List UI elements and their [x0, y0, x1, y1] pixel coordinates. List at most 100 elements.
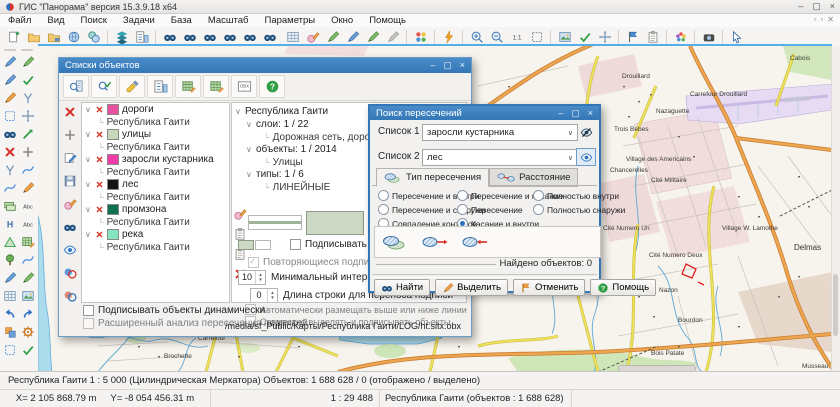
- radio-icon[interactable]: [378, 204, 389, 215]
- table-edit-tool[interactable]: [19, 234, 36, 250]
- extended-analysis-checkbox[interactable]: [83, 318, 94, 329]
- search-check-button[interactable]: [91, 75, 117, 98]
- edit-table-button[interactable]: [175, 75, 201, 98]
- chevron-down-icon[interactable]: ∨: [564, 129, 573, 137]
- save-list-button[interactable]: [62, 173, 78, 188]
- draw-style-button[interactable]: [62, 196, 78, 211]
- label-text-tool[interactable]: [19, 198, 36, 214]
- delete-object-tool[interactable]: [1, 144, 18, 160]
- object-list-row[interactable]: ∨ заросли кустарника: [82, 153, 229, 166]
- line-style-sample[interactable]: [248, 215, 302, 230]
- line-length-spinner[interactable]: 0 ▲▼: [250, 288, 278, 303]
- vegetation-tool[interactable]: [1, 252, 18, 268]
- spinner-arrows-icon[interactable]: ▲▼: [255, 271, 265, 284]
- radio-option[interactable]: Пересечение и внутри: [378, 190, 457, 201]
- child-minimize-button[interactable]: ▫: [814, 15, 817, 24]
- slope-tool[interactable]: [19, 252, 36, 268]
- spline-tool[interactable]: [1, 180, 18, 196]
- lists-tree-panel[interactable]: ∨ дороги └ Республика Гаити ∨ улицы: [81, 102, 230, 303]
- chevron-down-icon[interactable]: ∨: [564, 154, 573, 162]
- expand-caret-icon[interactable]: ∨: [85, 105, 92, 114]
- menu-scale[interactable]: Масштаб: [200, 15, 257, 26]
- menu-window[interactable]: Окно: [323, 15, 361, 26]
- edit-add-button[interactable]: [343, 29, 362, 45]
- min-interval-spinner[interactable]: 10 ▲▼: [238, 270, 266, 285]
- vertical-scrollbar[interactable]: [831, 46, 840, 372]
- dialog-titlebar[interactable]: Поиск пересечений – ▢ ×: [370, 106, 599, 120]
- find-object-tool[interactable]: [1, 126, 18, 142]
- list-map-row[interactable]: └ Республика Гаити: [82, 116, 229, 128]
- settings-tool[interactable]: [19, 324, 36, 340]
- remove-list-icon[interactable]: [95, 105, 104, 114]
- vertical-scrollbar-thumb[interactable]: [833, 274, 838, 336]
- list-map-row[interactable]: └ Республика Гаити: [82, 241, 229, 253]
- minimize-button[interactable]: –: [798, 1, 803, 12]
- expand-caret-icon[interactable]: ∨: [235, 107, 242, 116]
- dialog-titlebar[interactable]: Списки объектов – ▢ ×: [59, 58, 471, 73]
- mode-touch-inside-button[interactable]: [378, 229, 412, 255]
- radio-option[interactable]: Пересечение: [457, 204, 533, 215]
- menu-file[interactable]: Файл: [0, 15, 39, 26]
- color-sample-2[interactable]: [255, 240, 271, 250]
- find-contour-button[interactable]: [200, 29, 219, 45]
- help-button[interactable]: Помощь: [590, 279, 656, 296]
- radio-icon[interactable]: [457, 204, 468, 215]
- create-graphic-tool[interactable]: [19, 54, 36, 70]
- edit-confirm-button[interactable]: [363, 29, 382, 45]
- maximize-button[interactable]: ▢: [812, 1, 821, 12]
- capture-button[interactable]: [699, 29, 718, 45]
- quick-search-button[interactable]: [439, 29, 458, 45]
- expand-caret-icon[interactable]: ∨: [85, 230, 92, 239]
- search-by-list-button[interactable]: [63, 75, 89, 98]
- highlight-button[interactable]: [119, 75, 145, 98]
- redo-tool[interactable]: [19, 306, 36, 322]
- list-map-row[interactable]: └ Республика Гаити: [82, 191, 229, 203]
- geoportal-button[interactable]: [64, 29, 83, 45]
- dialog-minimize-button[interactable]: –: [430, 60, 435, 71]
- radio-option[interactable]: Пересечение и касание: [457, 190, 533, 201]
- object-list-row[interactable]: ∨ промзона: [82, 203, 229, 216]
- mark-object-tool[interactable]: [19, 126, 36, 142]
- draw-t-tool[interactable]: [19, 270, 36, 286]
- toolbar-grip[interactable]: [4, 49, 16, 51]
- object-table-button[interactable]: [283, 29, 302, 45]
- menu-parameters[interactable]: Параметры: [257, 15, 324, 26]
- intersect-1-button[interactable]: [62, 265, 78, 280]
- dialog-minimize-button[interactable]: –: [558, 108, 563, 119]
- create-object-tool[interactable]: [1, 54, 18, 70]
- select-button[interactable]: Выделить: [435, 279, 508, 296]
- find-selected-button[interactable]: [240, 29, 259, 45]
- details-node-layers[interactable]: слои: 1 / 22: [256, 119, 309, 130]
- spinner-arrows-icon[interactable]: ▲▼: [267, 289, 277, 302]
- new-map-button[interactable]: [4, 29, 23, 45]
- image-align-tool[interactable]: [19, 288, 36, 304]
- object-list-row[interactable]: ∨ дороги: [82, 103, 229, 116]
- list-map-row[interactable]: └ Республика Гаити: [82, 216, 229, 228]
- select2-tool[interactable]: [1, 342, 18, 358]
- close-button[interactable]: ×: [830, 1, 835, 12]
- dialog-close-button[interactable]: ×: [460, 60, 465, 71]
- color-settings-button[interactable]: [671, 29, 690, 45]
- list1-combobox[interactable]: заросли кустарника ∨: [422, 124, 578, 141]
- properties-button[interactable]: [643, 29, 662, 45]
- grid-tool[interactable]: [1, 288, 18, 304]
- radio-icon[interactable]: [378, 190, 389, 201]
- edit-table-2-button[interactable]: [203, 75, 229, 98]
- view-image-button[interactable]: [555, 29, 574, 45]
- open-database-button[interactable]: [44, 29, 63, 45]
- remove-list-icon[interactable]: [95, 155, 104, 164]
- details-child-objects[interactable]: Улицы: [273, 157, 303, 168]
- expand-caret-icon[interactable]: ∨: [246, 120, 253, 129]
- area-calc-tool[interactable]: [1, 198, 18, 214]
- menu-database[interactable]: База: [163, 15, 200, 26]
- radio-option[interactable]: Полностью внутри: [533, 190, 625, 201]
- zoom-out-button[interactable]: [487, 29, 506, 45]
- add-list-button[interactable]: [62, 127, 78, 142]
- child-close-button[interactable]: ✕: [827, 15, 834, 24]
- fit-frame-button[interactable]: [527, 29, 546, 45]
- tab-intersection-type[interactable]: Тип пересечения: [376, 168, 489, 187]
- delete-list-button[interactable]: [62, 104, 78, 119]
- obx-export-button[interactable]: [231, 75, 257, 98]
- expand-caret-icon[interactable]: ∨: [85, 205, 92, 214]
- expand-caret-icon[interactable]: ∨: [85, 155, 92, 164]
